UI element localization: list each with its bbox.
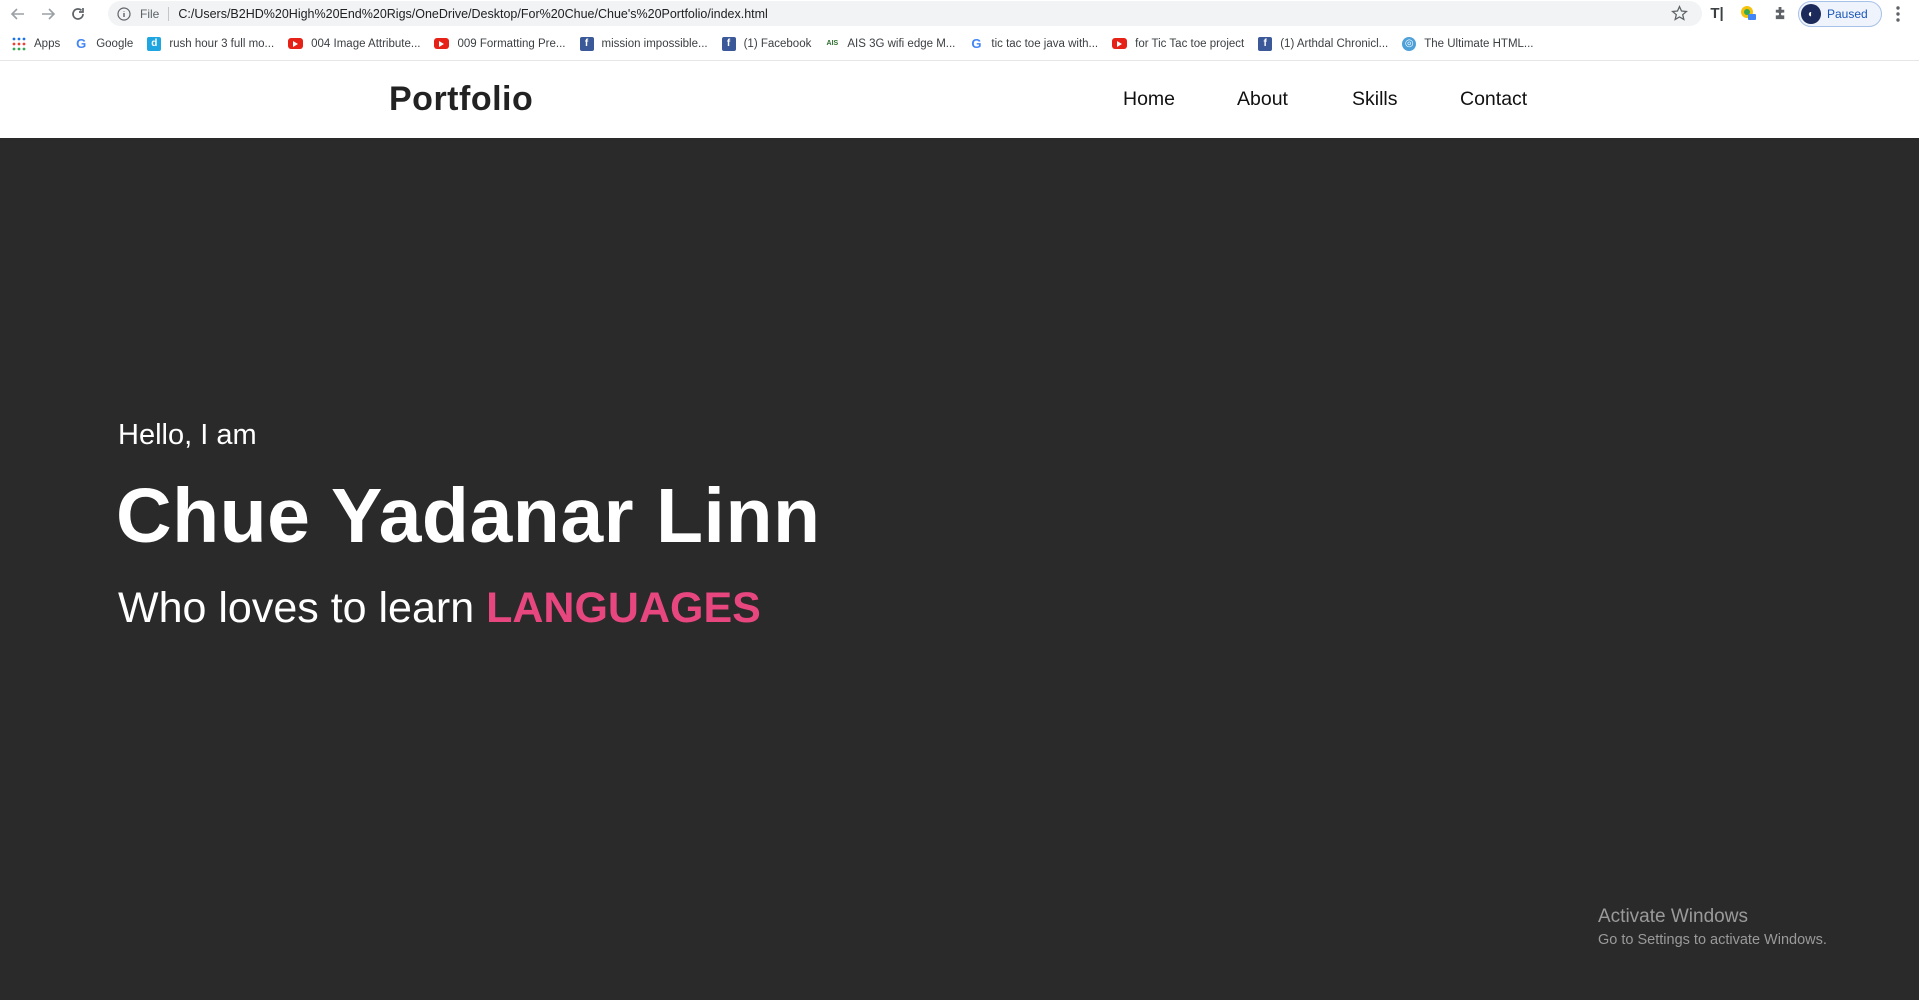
d-icon: d [147, 36, 162, 51]
bookmark-label: Apps [34, 37, 61, 50]
bookmark-google[interactable]: G Google [74, 32, 133, 56]
bookmark-rush-hour[interactable]: d rush hour 3 full mo... [147, 32, 274, 56]
back-icon [10, 7, 24, 20]
bookmark-label: (1) Arthdal Chronicl... [1280, 37, 1389, 50]
address-bar[interactable]: File C:/Users/B2HD%20High%20End%20Rigs/O… [108, 1, 1702, 26]
extension-icon[interactable] [1738, 2, 1758, 24]
bookmark-label: 009 Formatting Pre... [457, 37, 566, 50]
hero-greeting: Hello, I am [118, 419, 257, 451]
bookmark-facebook[interactable]: f (1) Facebook [721, 32, 812, 56]
tagline-prefix: Who loves to learn [118, 584, 475, 632]
extensions-icon[interactable] [1770, 2, 1790, 24]
bookmark-label: 004 Image Attribute... [311, 37, 421, 50]
bookmarks-bar: Apps G Google d rush hour 3 full mo... 0… [0, 27, 1919, 61]
google-icon: G [971, 36, 982, 51]
bookmark-label: for Tic Tac toe project [1135, 37, 1245, 50]
bookmark-tic-tac-toe-java[interactable]: G tic tac toe java with... [969, 32, 1098, 56]
facebook-icon: f [721, 36, 736, 51]
google-icon: G [76, 36, 87, 51]
html-icon: ◎ [1402, 36, 1417, 51]
bookmark-label: mission impossible... [601, 37, 708, 50]
tagline-highlight: LANGUAGES [486, 584, 761, 632]
youtube-icon [1112, 38, 1128, 49]
youtube-icon [434, 38, 450, 49]
reload-button[interactable] [66, 2, 90, 26]
bookmark-arthdal[interactable]: f (1) Arthdal Chronicl... [1258, 32, 1388, 56]
menu-icon[interactable] [1888, 4, 1908, 24]
bookmark-label: AIS 3G wifi edge M... [847, 37, 956, 50]
info-icon[interactable] [117, 6, 131, 21]
url-scheme: File [140, 6, 170, 21]
bookmark-apps[interactable]: Apps [12, 32, 60, 56]
bookmark-image-attribute[interactable]: 004 Image Attribute... [288, 32, 420, 56]
nav-contact[interactable]: Contact [1460, 88, 1527, 111]
bookmark-label: tic tac toe java with... [991, 37, 1099, 50]
browser-toolbar: File C:/Users/B2HD%20High%20End%20Rigs/O… [0, 0, 1919, 27]
hero-tagline: Who loves to learn LANGUAGES [118, 584, 761, 633]
watermark-subtitle: Go to Settings to activate Windows. [1598, 932, 1827, 948]
facebook-icon: f [1258, 36, 1273, 51]
bookmark-mission-impossible[interactable]: f mission impossible... [579, 32, 708, 56]
bookmark-label: rush hour 3 full mo... [169, 37, 275, 50]
bookmark-ais[interactable]: AIS AIS 3G wifi edge M... [825, 32, 956, 56]
watermark-title: Activate Windows [1598, 906, 1748, 927]
hero-section: Hello, I am Chue Yadanar Linn Who loves … [0, 138, 1919, 1000]
star-icon[interactable] [1671, 5, 1688, 22]
back-button[interactable] [6, 2, 30, 26]
nav-skills[interactable]: Skills [1352, 88, 1398, 111]
site-navbar: Portfolio Home About Skills Contact [0, 61, 1919, 138]
apps-grid-icon [12, 37, 26, 51]
avatar: ◐ [1801, 4, 1821, 24]
hero-name: Chue Yadanar Linn [116, 473, 821, 559]
bookmark-label: (1) Facebook [743, 37, 812, 50]
url-text[interactable]: C:/Users/B2HD%20High%20End%20Rigs/OneDri… [178, 7, 767, 21]
bookmark-label: Google [96, 37, 134, 50]
forward-button[interactable] [36, 2, 60, 26]
nav-home[interactable]: Home [1123, 88, 1175, 111]
profile-status: Paused [1827, 7, 1868, 21]
bookmark-ultimate-html[interactable]: ◎ The Ultimate HTML... [1402, 32, 1534, 56]
bookmark-formatting[interactable]: 009 Formatting Pre... [434, 32, 566, 56]
facebook-icon: f [579, 36, 594, 51]
forward-icon [42, 7, 56, 20]
ais-icon: AIS [826, 40, 839, 47]
bookmark-tic-tac-toe-project[interactable]: for Tic Tac toe project [1112, 32, 1244, 56]
reload-icon [72, 7, 84, 20]
text-tool-icon[interactable]: T| [1708, 2, 1726, 24]
windows-activation-watermark: Activate Windows Go to Settings to activ… [1598, 906, 1827, 948]
youtube-icon [288, 38, 304, 49]
brand-logo[interactable]: Portfolio [389, 80, 533, 119]
profile-button[interactable]: ◐ Paused [1798, 1, 1882, 27]
nav-about[interactable]: About [1237, 88, 1288, 111]
bookmark-label: The Ultimate HTML... [1424, 37, 1534, 50]
